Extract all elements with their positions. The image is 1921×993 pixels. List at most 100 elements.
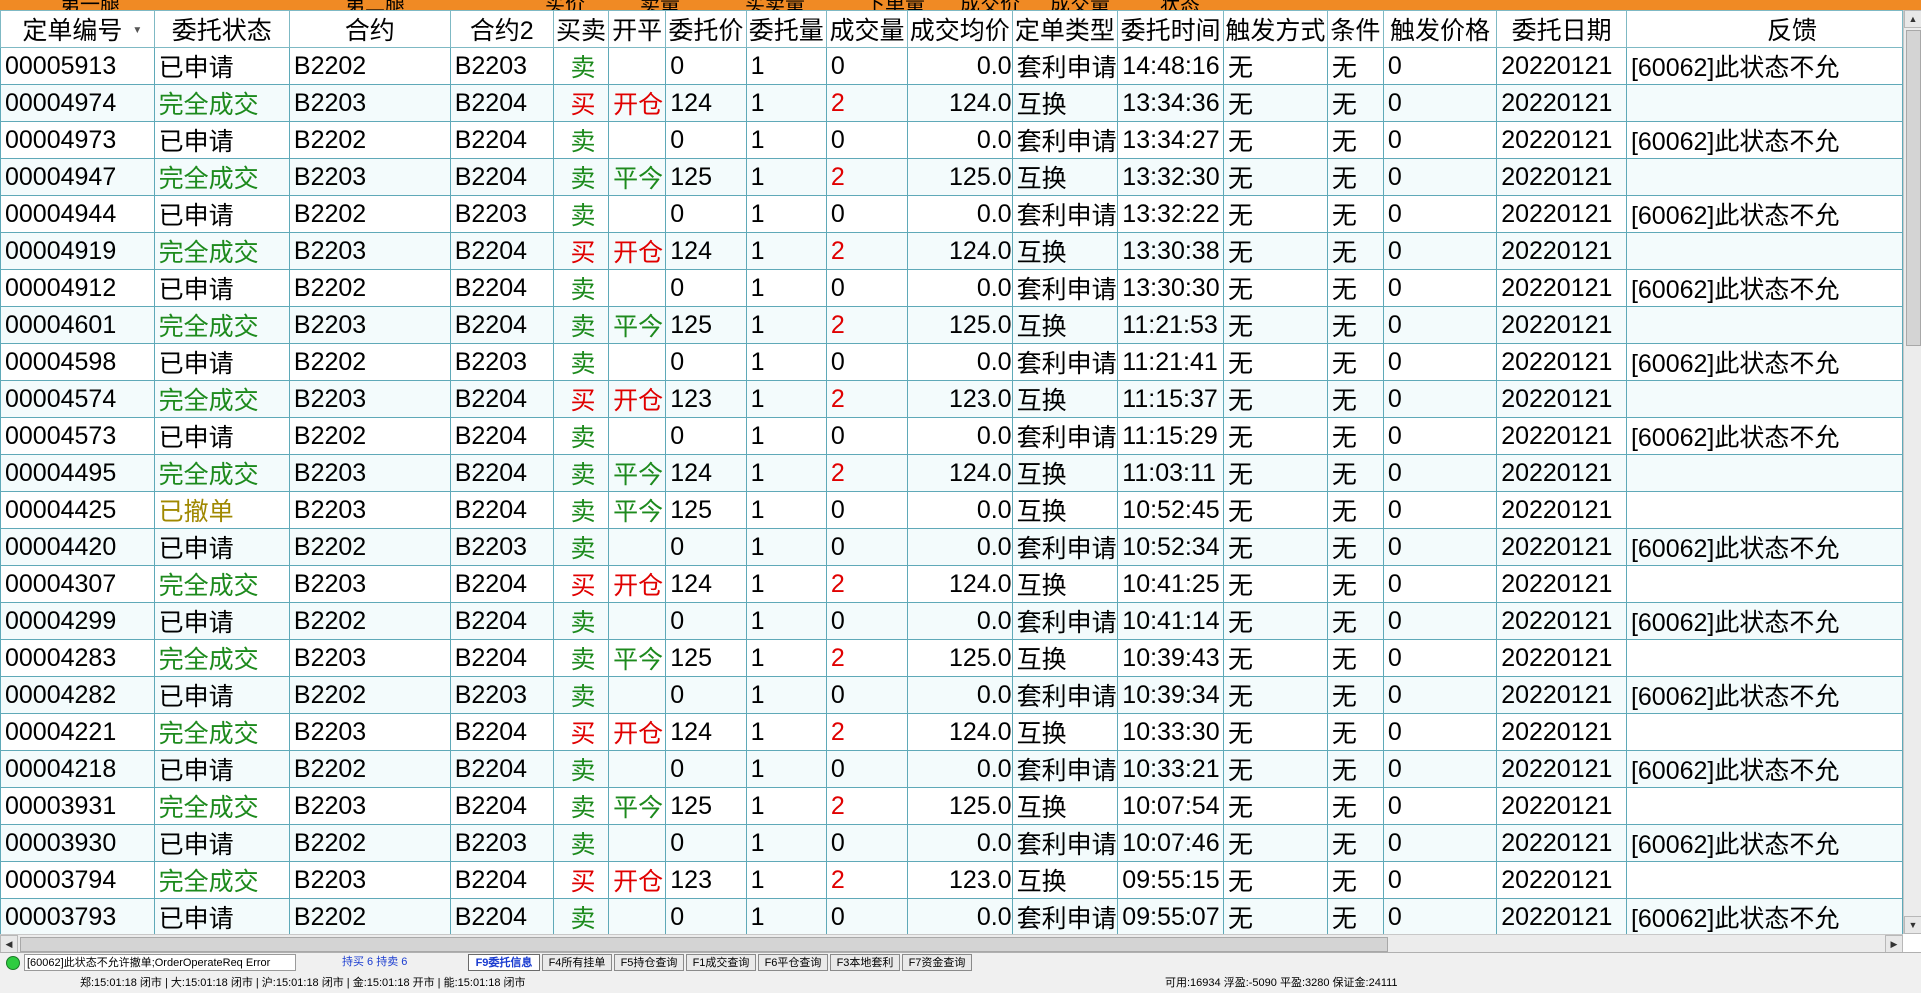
order-type-cell: 互换 (1011, 491, 1119, 529)
column-header[interactable]: 定单类型 (1011, 10, 1119, 48)
column-header[interactable]: 委托状态 (153, 10, 290, 48)
order-price-cell: 0 (665, 898, 747, 934)
order-type-cell: 套利申请 (1011, 676, 1119, 714)
column-header[interactable]: 反馈 (1625, 10, 1903, 48)
table-row[interactable]: 00003793 已申请 B2202 B2204 卖 0 1 0 0.0 套利申请 09:55:07… (0, 898, 1903, 934)
open-close-cell: 开仓 (608, 380, 667, 418)
tab-position-query[interactable]: F5持仓查询 (614, 954, 684, 971)
column-header[interactable]: 触发价格 (1382, 10, 1498, 48)
table-row[interactable]: 00004307 完全成交 B2203 B2204 买开仓 124 1 2 124.0 互换 10:… (0, 565, 1903, 603)
tab-order-info[interactable]: F9委托信息 (468, 954, 540, 971)
scroll-left-icon[interactable]: ◀ (0, 935, 18, 953)
open-close-cell: 平今 (608, 454, 667, 492)
column-header[interactable]: 合约 (288, 10, 451, 48)
tab-trade-query[interactable]: F1成交查询 (686, 954, 756, 971)
column-header-label: 触发方式 (1225, 17, 1326, 45)
column-header[interactable]: 委托价 (665, 10, 747, 48)
order-price-cell: 0 (665, 417, 747, 455)
table-row[interactable]: 00004919 完全成交 B2203 B2204 买开仓 124 1 2 124.0 互换 13:… (0, 232, 1903, 270)
scroll-up-icon[interactable]: ▲ (1904, 10, 1921, 28)
order-type-cell: 套利申请 (1011, 824, 1119, 862)
column-header[interactable]: 委托时间 (1117, 10, 1224, 48)
table-row[interactable]: 00004283 完全成交 B2203 B2204 卖平今 125 1 2 125.0 互换 10:… (0, 639, 1903, 677)
table-row[interactable]: 00004974 完全成交 B2203 B2204 买开仓 124 1 2 124.0 互换 13:… (0, 84, 1903, 122)
order-id-cell: 00004601 (0, 306, 155, 344)
scroll-down-icon[interactable]: ▼ (1904, 916, 1921, 934)
condition-cell: 无 (1326, 676, 1384, 714)
condition-cell: 无 (1326, 861, 1384, 899)
contract-cell: B2203 (288, 158, 451, 196)
order-time-cell: 13:34:27 (1117, 121, 1224, 159)
table-row[interactable]: 00004221 完全成交 B2203 B2204 买开仓 124 1 2 124.0 互换 10:… (0, 713, 1903, 751)
vertical-scrollbar[interactable]: ▲ ▼ (1903, 10, 1921, 934)
scrollbar-thumb[interactable] (1906, 30, 1921, 346)
open-close-cell (608, 121, 667, 159)
table-row[interactable]: 00003931 完全成交 B2203 B2204 卖平今 125 1 2 125.0 互换 10:… (0, 787, 1903, 825)
feedback-cell (1625, 639, 1903, 677)
order-date-cell: 20220121 (1496, 824, 1627, 862)
contract-cell: B2202 (288, 824, 451, 862)
column-header[interactable]: 买卖 (552, 10, 610, 48)
column-header[interactable]: 委托量 (745, 10, 827, 48)
contract2-cell: B2204 (449, 787, 554, 825)
scroll-right-icon[interactable]: ▶ (1885, 935, 1903, 953)
table-row[interactable]: 00004973 已申请 B2202 B2204 卖 0 1 0 0.0 套利申请 13:34:27… (0, 121, 1903, 159)
top-panel-label: 买价 (545, 0, 585, 10)
feedback-cell: [60062]此状态不允 (1625, 528, 1903, 566)
order-grid[interactable]: 定单编号 ▼ 委托状态 合约 合约2 买卖 开平 委托价 委托量 成交量 成交均价 定单类型 委托时间触… (0, 10, 1903, 934)
column-header[interactable]: 成交均价 (906, 10, 1013, 48)
side-cell: 买 (552, 713, 610, 751)
table-row[interactable]: 00004495 完全成交 B2203 B2204 卖平今 124 1 2 124.0 互换 11:… (0, 454, 1903, 492)
filled-qty-cell: 0 (825, 195, 908, 233)
order-type-cell: 套利申请 (1011, 417, 1119, 455)
status-bar: [60062]此状态不允许撤单;OrderOperateReq Error 持买… (0, 952, 1921, 993)
column-header[interactable]: 委托日期 (1496, 10, 1627, 48)
table-row[interactable]: 00004574 完全成交 B2203 B2204 买开仓 123 1 2 123.0 互换 11:… (0, 380, 1903, 418)
table-row[interactable]: 00004912 已申请 B2202 B2204 卖 0 1 0 0.0 套利申请 13:30:30… (0, 269, 1903, 307)
order-qty-cell: 1 (745, 787, 827, 825)
column-header[interactable]: 触发方式 (1222, 10, 1328, 48)
table-header: 定单编号 ▼ 委托状态 合约 合约2 买卖 开平 委托价 委托量 成交量 成交均价 定单类型 委托时间触… (0, 10, 1903, 48)
open-close-cell (608, 343, 667, 381)
table-row[interactable]: 00004420 已申请 B2202 B2203 卖 0 1 0 0.0 套利申请 10:52:34… (0, 528, 1903, 566)
tab-funds-query[interactable]: F7资金查询 (902, 954, 972, 971)
horizontal-scrollbar[interactable]: ◀ ▶ (0, 934, 1903, 953)
contract2-cell: B2204 (449, 232, 554, 270)
side-cell: 卖 (552, 824, 610, 862)
table-row[interactable]: 00004598 已申请 B2202 B2203 卖 0 1 0 0.0 套利申请 11:21:41… (0, 343, 1903, 381)
tab-close-query[interactable]: F6平仓查询 (758, 954, 828, 971)
column-header-label: 反馈 (1766, 17, 1817, 45)
table-row[interactable]: 00004601 完全成交 B2203 B2204 卖平今 125 1 2 125.0 互换 11:… (0, 306, 1903, 344)
table-row[interactable]: 00003794 完全成交 B2203 B2204 买开仓 123 1 2 123.0 互换 09:… (0, 861, 1903, 899)
filled-qty-cell: 0 (825, 491, 908, 529)
column-header[interactable]: 条件 (1326, 10, 1384, 48)
order-type-cell: 互换 (1011, 84, 1119, 122)
table-row[interactable]: 00004299 已申请 B2202 B2204 卖 0 1 0 0.0 套利申请 10:41:14… (0, 602, 1903, 640)
contract-cell: B2202 (288, 343, 451, 381)
table-row[interactable]: 00004944 已申请 B2202 B2203 卖 0 1 0 0.0 套利申请 13:32:22… (0, 195, 1903, 233)
order-date-cell: 20220121 (1496, 676, 1627, 714)
table-row[interactable]: 00003930 已申请 B2202 B2203 卖 0 1 0 0.0 套利申请 10:07:46… (0, 824, 1903, 862)
trigger-mode-cell: 无 (1222, 195, 1328, 233)
order-time-cell: 10:07:46 (1117, 824, 1224, 862)
table-row[interactable]: 00004282 已申请 B2202 B2203 卖 0 1 0 0.0 套利申请 10:39:34… (0, 676, 1903, 714)
column-header[interactable]: 定单编号 ▼ (0, 10, 155, 48)
order-qty-cell: 1 (745, 84, 827, 122)
tab-all-pending[interactable]: F4所有挂单 (542, 954, 612, 971)
column-header[interactable]: 开平 (608, 10, 667, 48)
order-type-cell: 互换 (1011, 639, 1119, 677)
table-row[interactable]: 00005913 已申请 B2202 B2203 卖 0 1 0 0.0 套利申请 14:48:16… (0, 47, 1903, 85)
table-row[interactable]: 00004425 已撤单 B2203 B2204 卖平今 125 1 0 0.0 互换 10:52:… (0, 491, 1903, 529)
order-price-cell: 124 (665, 232, 747, 270)
table-row[interactable]: 00004947 完全成交 B2203 B2204 卖平今 125 1 2 125.0 互换 13:… (0, 158, 1903, 196)
column-header[interactable]: 合约2 (449, 10, 554, 48)
column-header[interactable]: 成交量 (825, 10, 908, 48)
tab-local-arbitrage[interactable]: F3本地套利 (830, 954, 900, 971)
table-row[interactable]: 00004218 已申请 B2202 B2204 卖 0 1 0 0.0 套利申请 10:33:21… (0, 750, 1903, 788)
sort-icon[interactable]: ▼ (132, 25, 142, 36)
order-status-cell: 完全成交 (153, 639, 290, 677)
column-header-label: 成交量 (829, 17, 905, 45)
table-row[interactable]: 00004573 已申请 B2202 B2204 卖 0 1 0 0.0 套利申请 11:15:29… (0, 417, 1903, 455)
open-close-cell (608, 676, 667, 714)
scrollbar-thumb[interactable] (20, 937, 1388, 952)
